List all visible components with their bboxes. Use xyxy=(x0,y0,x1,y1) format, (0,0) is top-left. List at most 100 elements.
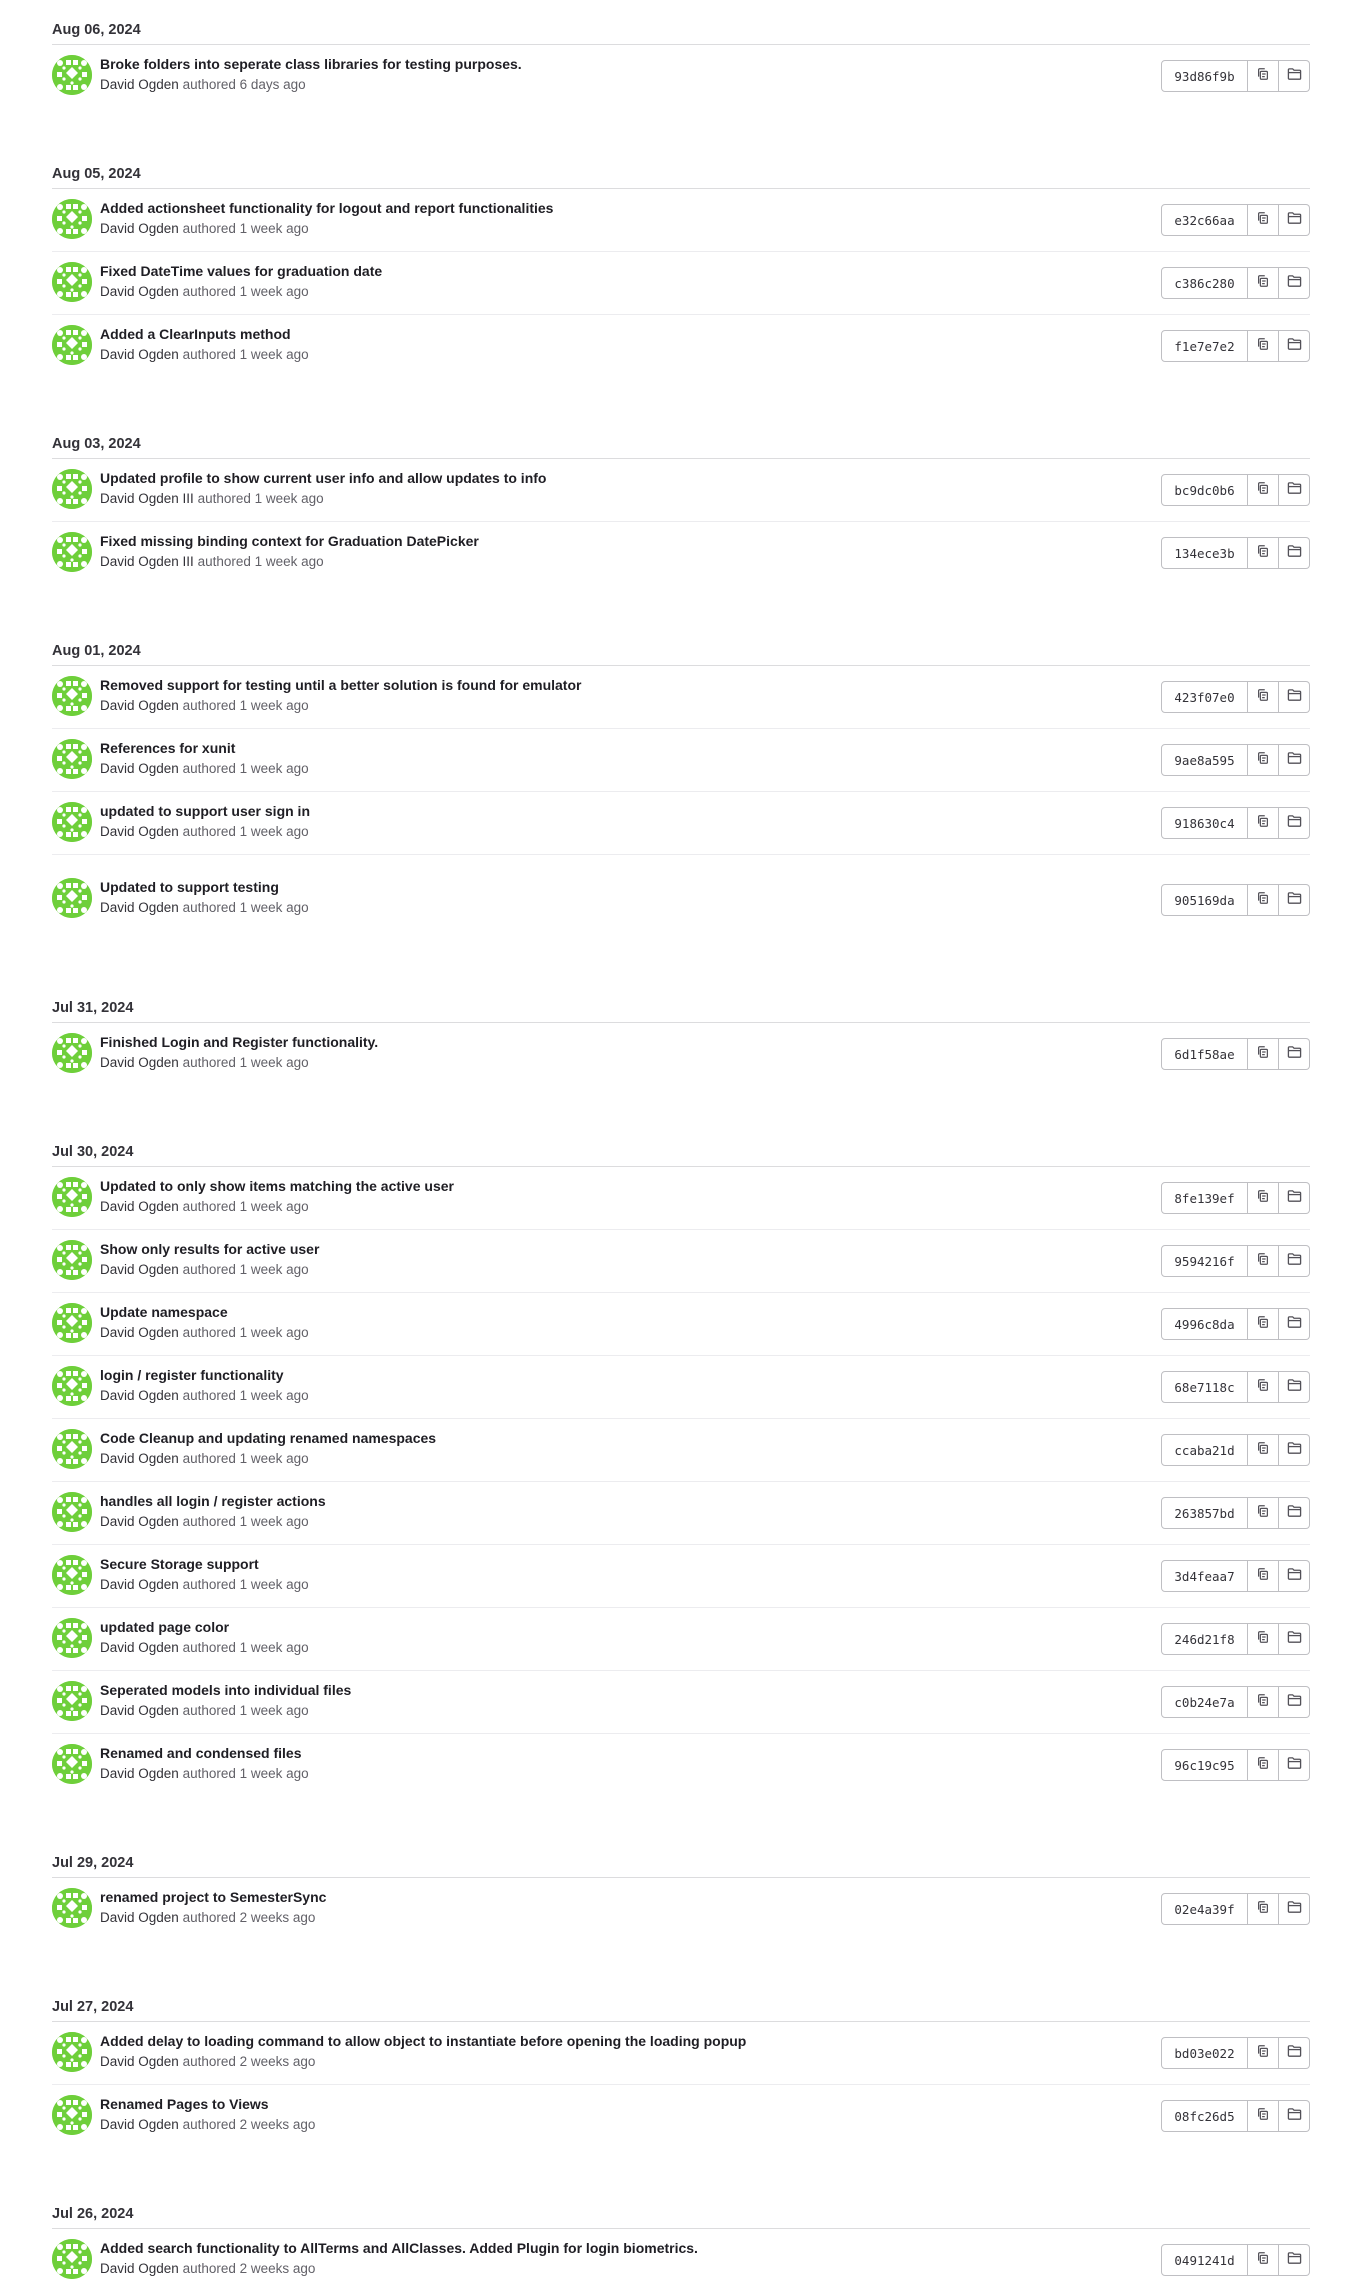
commit-sha[interactable]: e32c66aa xyxy=(1161,204,1248,236)
copy-sha-button[interactable] xyxy=(1248,1182,1279,1214)
copy-sha-button[interactable] xyxy=(1248,1371,1279,1403)
commit-sha[interactable]: 08fc26d5 xyxy=(1161,2100,1248,2132)
commit-author[interactable]: David Ogden xyxy=(100,698,179,713)
commit-title[interactable]: Finished Login and Register functionalit… xyxy=(100,1034,378,1050)
commit-sha[interactable]: 246d21f8 xyxy=(1161,1623,1248,1655)
copy-sha-button[interactable] xyxy=(1248,2100,1279,2132)
commit-author[interactable]: David Ogden xyxy=(100,1640,179,1655)
avatar[interactable] xyxy=(52,1366,92,1406)
commit-sha[interactable]: 423f07e0 xyxy=(1161,681,1248,713)
avatar[interactable] xyxy=(52,1033,92,1073)
commit-author[interactable]: David Ogden xyxy=(100,347,179,362)
copy-sha-button[interactable] xyxy=(1248,884,1279,916)
browse-files-button[interactable] xyxy=(1279,2037,1310,2069)
commit-sha[interactable]: 8fe139ef xyxy=(1161,1182,1248,1214)
browse-files-button[interactable] xyxy=(1279,807,1310,839)
copy-sha-button[interactable] xyxy=(1248,1308,1279,1340)
browse-files-button[interactable] xyxy=(1279,1182,1310,1214)
commit-author[interactable]: David Ogden III xyxy=(100,554,194,569)
browse-files-button[interactable] xyxy=(1279,1434,1310,1466)
commit-title[interactable]: Added a ClearInputs method xyxy=(100,326,291,342)
commit-author[interactable]: David Ogden xyxy=(100,2261,179,2276)
commit-sha[interactable]: 0491241d xyxy=(1161,2244,1248,2276)
commit-title[interactable]: Fixed DateTime values for graduation dat… xyxy=(100,263,382,279)
commit-title[interactable]: Renamed and condensed files xyxy=(100,1745,302,1761)
commit-sha[interactable]: 68e7118c xyxy=(1161,1371,1248,1403)
avatar[interactable] xyxy=(52,1177,92,1217)
commit-author[interactable]: David Ogden xyxy=(100,2117,179,2132)
commit-author[interactable]: David Ogden xyxy=(100,221,179,236)
commit-sha[interactable]: 4996c8da xyxy=(1161,1308,1248,1340)
browse-files-button[interactable] xyxy=(1279,537,1310,569)
copy-sha-button[interactable] xyxy=(1248,60,1279,92)
avatar[interactable] xyxy=(52,1429,92,1469)
avatar[interactable] xyxy=(52,1618,92,1658)
commit-author[interactable]: David Ogden xyxy=(100,1325,179,1340)
copy-sha-button[interactable] xyxy=(1248,1623,1279,1655)
copy-sha-button[interactable] xyxy=(1248,537,1279,569)
copy-sha-button[interactable] xyxy=(1248,330,1279,362)
avatar[interactable] xyxy=(52,325,92,365)
avatar[interactable] xyxy=(52,1303,92,1343)
commit-title[interactable]: updated page color xyxy=(100,1619,229,1635)
commit-author[interactable]: David Ogden xyxy=(100,1262,179,1277)
avatar[interactable] xyxy=(52,55,92,95)
copy-sha-button[interactable] xyxy=(1248,1749,1279,1781)
commit-title[interactable]: Updated to only show items matching the … xyxy=(100,1178,454,1194)
commit-sha[interactable]: 93d86f9b xyxy=(1161,60,1248,92)
commit-author[interactable]: David Ogden III xyxy=(100,491,194,506)
commit-sha[interactable]: c0b24e7a xyxy=(1161,1686,1248,1718)
commit-title[interactable]: login / register functionality xyxy=(100,1367,284,1383)
commit-title[interactable]: Removed support for testing until a bett… xyxy=(100,677,581,693)
commit-title[interactable]: Renamed Pages to Views xyxy=(100,2096,269,2112)
commit-title[interactable]: Added search functionality to AllTerms a… xyxy=(100,2240,698,2256)
commit-sha[interactable]: 263857bd xyxy=(1161,1497,1248,1529)
avatar[interactable] xyxy=(52,1555,92,1595)
copy-sha-button[interactable] xyxy=(1248,1245,1279,1277)
browse-files-button[interactable] xyxy=(1279,2244,1310,2276)
commit-sha[interactable]: 3d4feaa7 xyxy=(1161,1560,1248,1592)
commit-title[interactable]: Fixed missing binding context for Gradua… xyxy=(100,533,479,549)
copy-sha-button[interactable] xyxy=(1248,744,1279,776)
commit-author[interactable]: David Ogden xyxy=(100,1910,179,1925)
commit-title[interactable]: Show only results for active user xyxy=(100,1241,319,1257)
copy-sha-button[interactable] xyxy=(1248,1686,1279,1718)
commit-sha[interactable]: 9594216f xyxy=(1161,1245,1248,1277)
avatar[interactable] xyxy=(52,1888,92,1928)
avatar[interactable] xyxy=(52,1240,92,1280)
commit-author[interactable]: David Ogden xyxy=(100,761,179,776)
commit-author[interactable]: David Ogden xyxy=(100,1388,179,1403)
commit-title[interactable]: Updated to support testing xyxy=(100,879,279,895)
commit-author[interactable]: David Ogden xyxy=(100,2054,179,2069)
avatar[interactable] xyxy=(52,1681,92,1721)
commit-title[interactable]: Broke folders into seperate class librar… xyxy=(100,56,522,72)
avatar[interactable] xyxy=(52,878,92,918)
commit-title[interactable]: renamed project to SemesterSync xyxy=(100,1889,326,1905)
browse-files-button[interactable] xyxy=(1279,60,1310,92)
browse-files-button[interactable] xyxy=(1279,744,1310,776)
commit-title[interactable]: Added actionsheet functionality for logo… xyxy=(100,200,553,216)
browse-files-button[interactable] xyxy=(1279,1623,1310,1655)
commit-author[interactable]: David Ogden xyxy=(100,1199,179,1214)
commit-title[interactable]: References for xunit xyxy=(100,740,235,756)
commit-title[interactable]: Code Cleanup and updating renamed namesp… xyxy=(100,1430,436,1446)
commit-author[interactable]: David Ogden xyxy=(100,1055,179,1070)
copy-sha-button[interactable] xyxy=(1248,267,1279,299)
commit-title[interactable]: Secure Storage support xyxy=(100,1556,259,1572)
commit-author[interactable]: David Ogden xyxy=(100,1766,179,1781)
avatar[interactable] xyxy=(52,802,92,842)
avatar[interactable] xyxy=(52,1744,92,1784)
copy-sha-button[interactable] xyxy=(1248,474,1279,506)
commit-sha[interactable]: f1e7e7e2 xyxy=(1161,330,1248,362)
browse-files-button[interactable] xyxy=(1279,1893,1310,1925)
commit-sha[interactable]: 02e4a39f xyxy=(1161,1893,1248,1925)
copy-sha-button[interactable] xyxy=(1248,1038,1279,1070)
commit-title[interactable]: Added delay to loading command to allow … xyxy=(100,2033,746,2049)
avatar[interactable] xyxy=(52,199,92,239)
browse-files-button[interactable] xyxy=(1279,1371,1310,1403)
copy-sha-button[interactable] xyxy=(1248,1893,1279,1925)
copy-sha-button[interactable] xyxy=(1248,681,1279,713)
browse-files-button[interactable] xyxy=(1279,2100,1310,2132)
copy-sha-button[interactable] xyxy=(1248,1560,1279,1592)
copy-sha-button[interactable] xyxy=(1248,1497,1279,1529)
